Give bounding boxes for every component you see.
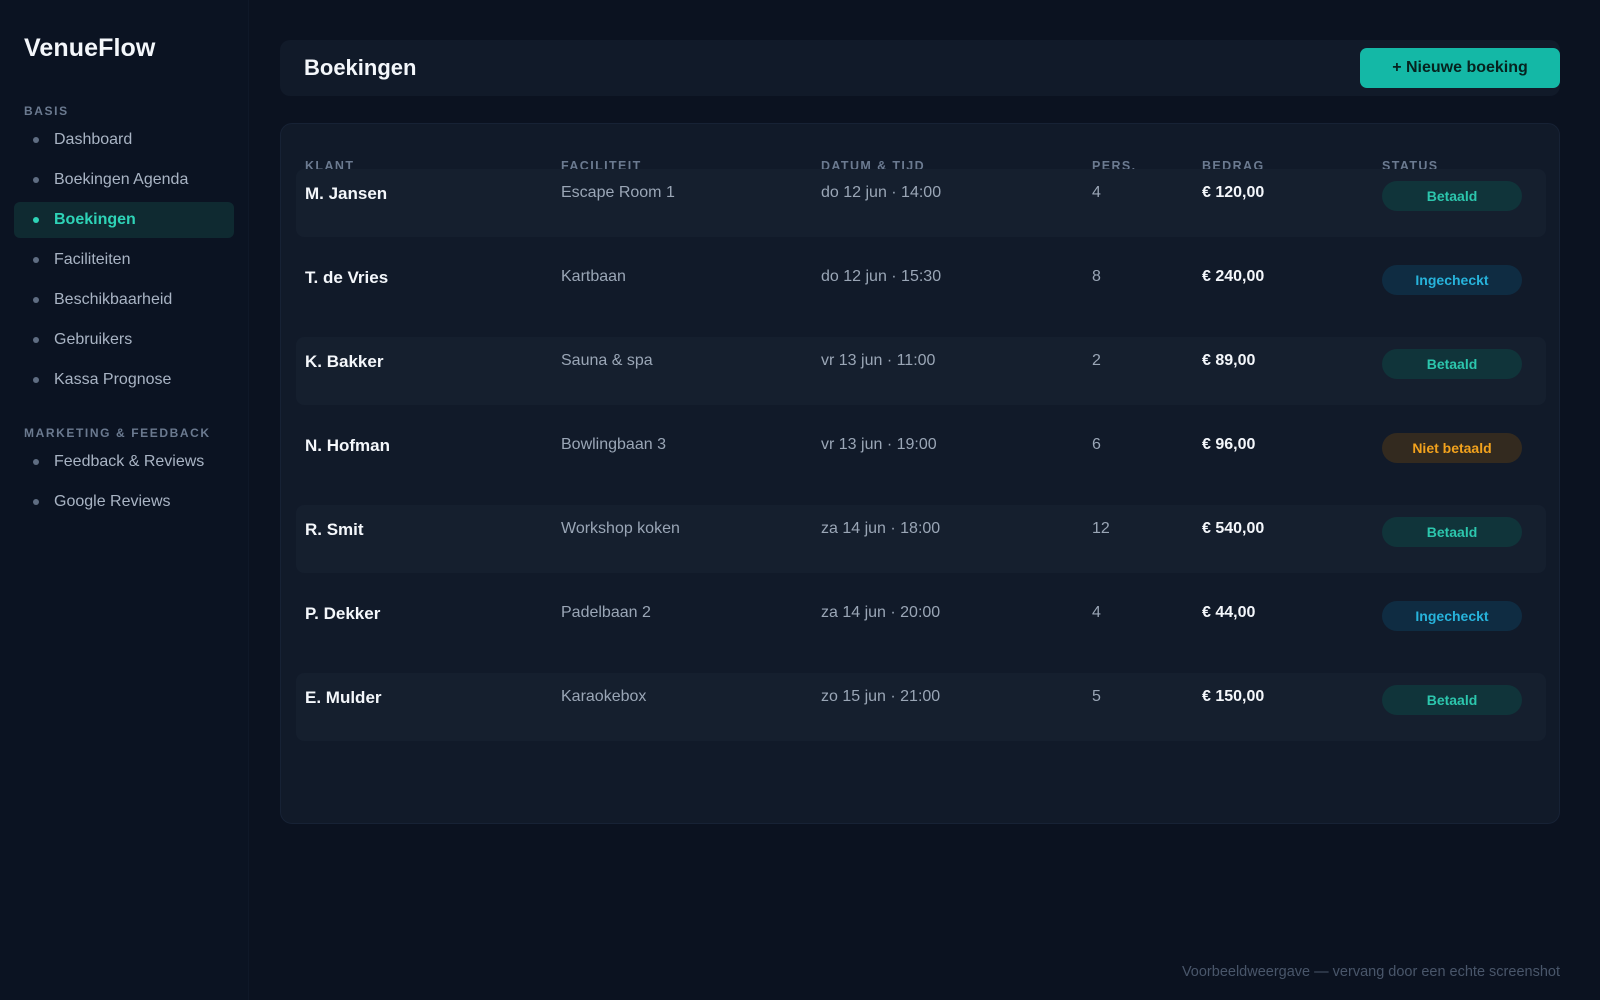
sidebar-item-beschikbaarheid[interactable]: Beschikbaarheid: [14, 282, 234, 318]
sidebar-item-google-reviews[interactable]: Google Reviews: [14, 484, 234, 520]
cell-klant: R. Smit: [305, 520, 364, 539]
sidebar-item-feedback-reviews[interactable]: Feedback & Reviews: [14, 444, 234, 480]
cell-bedrag: € 120,00: [1202, 184, 1265, 201]
sidebar-item-label: Boekingen: [54, 211, 136, 228]
cell-klant: K. Bakker: [305, 352, 384, 371]
new-booking-button[interactable]: + Nieuwe boeking: [1360, 48, 1560, 88]
cell-faciliteit: Kartbaan: [561, 268, 626, 285]
cell-datum-tijd: zo 15 jun · 21:00: [821, 688, 941, 705]
cell-datum-tijd: do 12 jun · 15:30: [821, 268, 942, 285]
bullet-icon: [33, 297, 39, 303]
sidebar-item-faciliteiten[interactable]: Faciliteiten: [14, 242, 234, 278]
cell-faciliteit: Padelbaan 2: [561, 604, 651, 621]
cell-bedrag: € 240,00: [1202, 268, 1265, 285]
table-row[interactable]: E. Mulder Karaokebox zo 15 jun · 21:00 5…: [296, 673, 1546, 741]
cell-datum-tijd: za 14 jun · 18:00: [821, 520, 941, 537]
cell-personen: 4: [1092, 184, 1101, 201]
cell-bedrag: € 540,00: [1202, 520, 1265, 537]
sidebar: VenueFlow BASIS Dashboard Boekingen Agen…: [0, 0, 249, 1000]
cell-klant: N. Hofman: [305, 436, 390, 455]
status-badge: Betaald: [1382, 517, 1522, 547]
cell-faciliteit: Sauna & spa: [561, 352, 653, 369]
bullet-icon: [33, 337, 39, 343]
table-row[interactable]: N. Hofman Bowlingbaan 3 vr 13 jun · 19:0…: [296, 421, 1546, 489]
status-badge: Betaald: [1382, 181, 1522, 211]
app-root: VenueFlow BASIS Dashboard Boekingen Agen…: [0, 0, 1600, 1000]
cell-personen: 4: [1092, 604, 1101, 621]
cell-faciliteit: Workshop koken: [561, 520, 680, 537]
table-row[interactable]: T. de Vries Kartbaan do 12 jun · 15:30 8…: [296, 253, 1546, 321]
cell-datum-tijd: vr 13 jun · 19:00: [821, 436, 937, 453]
cell-klant: P. Dekker: [305, 604, 381, 623]
status-badge: Niet betaald: [1382, 433, 1522, 463]
footer-note: Voorbeeldweergave — vervang door een ech…: [1181, 964, 1560, 980]
cell-datum-tijd: za 14 jun · 20:00: [821, 604, 941, 621]
sidebar-item-label: Beschikbaarheid: [54, 291, 173, 308]
nav-section-title-marketing: MARKETING & FEEDBACK: [24, 426, 211, 440]
bookings-table: KLANT FACILITEIT DATUM & TIJD PERS. BEDR…: [280, 123, 1560, 824]
cell-faciliteit: Karaokebox: [561, 688, 647, 705]
cell-personen: 2: [1092, 352, 1101, 369]
sidebar-item-label: Boekingen Agenda: [54, 171, 189, 188]
sidebar-item-label: Gebruikers: [54, 331, 133, 348]
cell-personen: 8: [1092, 268, 1101, 285]
cell-datum-tijd: do 12 jun · 14:00: [821, 184, 942, 201]
sidebar-item-label: Dashboard: [54, 131, 133, 148]
table-row[interactable]: R. Smit Workshop koken za 14 jun · 18:00…: [296, 505, 1546, 573]
status-badge: Ingecheckt: [1382, 601, 1522, 631]
sidebar-item-label: Kassa Prognose: [54, 371, 172, 388]
nav-section-title-basis: BASIS: [24, 104, 69, 118]
cell-bedrag: € 96,00: [1202, 436, 1256, 453]
cell-faciliteit: Escape Room 1: [561, 184, 675, 201]
status-badge: Ingecheckt: [1382, 265, 1522, 295]
bullet-icon: [33, 217, 39, 223]
sidebar-item-kassa-prognose[interactable]: Kassa Prognose: [14, 362, 234, 398]
sidebar-item-dashboard[interactable]: Dashboard: [14, 122, 234, 158]
cell-bedrag: € 89,00: [1202, 352, 1256, 369]
cell-klant: T. de Vries: [305, 268, 389, 287]
sidebar-item-gebruikers[interactable]: Gebruikers: [14, 322, 234, 358]
cell-klant: E. Mulder: [305, 688, 382, 707]
table-row[interactable]: P. Dekker Padelbaan 2 za 14 jun · 20:00 …: [296, 589, 1546, 657]
cell-bedrag: € 44,00: [1202, 604, 1256, 621]
page-title: Boekingen: [304, 55, 417, 80]
sidebar-item-label: Faciliteiten: [54, 251, 131, 268]
bullet-icon: [33, 459, 39, 465]
bullet-icon: [33, 257, 39, 263]
sidebar-item-label: Feedback & Reviews: [54, 453, 205, 470]
bullet-icon: [33, 177, 39, 183]
cell-personen: 12: [1092, 520, 1110, 537]
cell-datum-tijd: vr 13 jun · 11:00: [821, 352, 936, 369]
sidebar-item-boekingen-agenda[interactable]: Boekingen Agenda: [14, 162, 234, 198]
cell-faciliteit: Bowlingbaan 3: [561, 436, 666, 453]
table-row[interactable]: M. Jansen Escape Room 1 do 12 jun · 14:0…: [296, 169, 1546, 237]
page-header: Boekingen + Nieuwe boeking: [280, 40, 1560, 96]
bullet-icon: [33, 377, 39, 383]
sidebar-item-boekingen[interactable]: Boekingen: [14, 202, 234, 238]
cell-personen: 6: [1092, 436, 1101, 453]
status-badge: Betaald: [1382, 349, 1522, 379]
cell-personen: 5: [1092, 688, 1101, 705]
bullet-icon: [33, 137, 39, 143]
status-badge: Betaald: [1382, 685, 1522, 715]
cell-klant: M. Jansen: [305, 184, 388, 203]
brand-logo[interactable]: VenueFlow: [24, 34, 155, 63]
bullet-icon: [33, 499, 39, 505]
cell-bedrag: € 150,00: [1202, 688, 1265, 705]
table-row[interactable]: K. Bakker Sauna & spa vr 13 jun · 11:00 …: [296, 337, 1546, 405]
sidebar-item-label: Google Reviews: [54, 493, 171, 510]
